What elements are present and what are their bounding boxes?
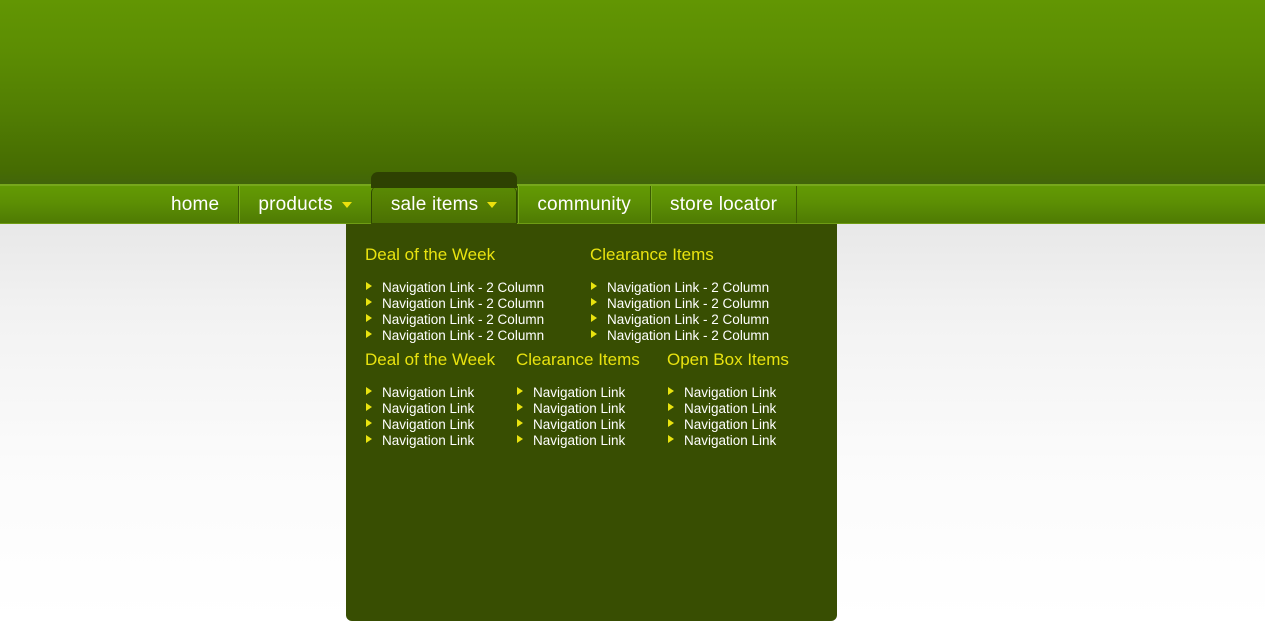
arrow-right-bullet-icon bbox=[366, 387, 372, 395]
arrow-right-bullet-icon bbox=[591, 314, 597, 322]
dropdown-link[interactable]: Navigation Link - 2 Column bbox=[365, 280, 590, 296]
dropdown-link-label: Navigation Link bbox=[533, 385, 626, 400]
dropdown-link[interactable]: Navigation Link - 2 Column bbox=[590, 328, 815, 344]
dropdown-link[interactable]: Navigation Link bbox=[516, 417, 667, 433]
primary-nav-list: home products sale items community store… bbox=[152, 172, 798, 227]
dropdown-link-label: Navigation Link - 2 Column bbox=[607, 280, 770, 295]
nav-item-sale-items[interactable]: sale items bbox=[370, 172, 518, 227]
nav-item-label: home bbox=[171, 194, 220, 215]
dropdown-two-column-section: Deal of the Week Navigation Link - 2 Col… bbox=[346, 224, 837, 344]
arrow-right-bullet-icon bbox=[366, 330, 372, 338]
arrow-right-bullet-icon bbox=[366, 314, 372, 322]
dropdown-link-label: Navigation Link - 2 Column bbox=[382, 312, 545, 327]
dropdown-link-label: Navigation Link - 2 Column bbox=[382, 296, 545, 311]
chevron-down-icon bbox=[341, 202, 352, 208]
dropdown-column-clearance-items-3col: Clearance Items Navigation Link Navigati… bbox=[516, 350, 667, 449]
nav-item-home[interactable]: home bbox=[152, 186, 238, 224]
sale-items-dropdown-panel: Deal of the Week Navigation Link - 2 Col… bbox=[346, 224, 837, 621]
dropdown-link[interactable]: Navigation Link - 2 Column bbox=[590, 296, 815, 312]
arrow-right-bullet-icon bbox=[517, 435, 523, 443]
dropdown-link[interactable]: Navigation Link - 2 Column bbox=[365, 328, 590, 344]
arrow-right-bullet-icon bbox=[517, 387, 523, 395]
dropdown-link-label: Navigation Link - 2 Column bbox=[607, 296, 770, 311]
dropdown-link-label: Navigation Link bbox=[533, 401, 626, 416]
chevron-down-icon bbox=[487, 202, 498, 208]
dropdown-link[interactable]: Navigation Link bbox=[516, 433, 667, 449]
dropdown-link-label: Navigation Link - 2 Column bbox=[607, 328, 770, 343]
dropdown-link-label: Navigation Link bbox=[684, 385, 777, 400]
nav-item-label: store locator bbox=[670, 194, 778, 215]
arrow-right-bullet-icon bbox=[366, 435, 372, 443]
nav-item-label: sale items bbox=[390, 194, 479, 215]
dropdown-link-label: Navigation Link bbox=[684, 417, 777, 432]
arrow-right-bullet-icon bbox=[591, 330, 597, 338]
dropdown-link[interactable]: Navigation Link bbox=[365, 385, 516, 401]
nav-item-community[interactable]: community bbox=[517, 186, 650, 224]
arrow-right-bullet-icon bbox=[366, 403, 372, 411]
dropdown-link-list: Navigation Link - 2 Column Navigation Li… bbox=[365, 280, 590, 344]
dropdown-link-label: Navigation Link bbox=[382, 433, 475, 448]
dropdown-link[interactable]: Navigation Link - 2 Column bbox=[590, 312, 815, 328]
site-masthead bbox=[0, 0, 1265, 184]
dropdown-link-label: Navigation Link - 2 Column bbox=[382, 280, 545, 295]
dropdown-link[interactable]: Navigation Link bbox=[365, 433, 516, 449]
nav-item-label: community bbox=[537, 194, 631, 215]
dropdown-link-list: Navigation Link Navigation Link Navigati… bbox=[365, 385, 516, 449]
arrow-right-bullet-icon bbox=[517, 403, 523, 411]
dropdown-link[interactable]: Navigation Link bbox=[667, 385, 818, 401]
arrow-right-bullet-icon bbox=[517, 419, 523, 427]
dropdown-link[interactable]: Navigation Link - 2 Column bbox=[365, 296, 590, 312]
dropdown-link[interactable]: Navigation Link - 2 Column bbox=[365, 312, 590, 328]
dropdown-link-label: Navigation Link bbox=[382, 401, 475, 416]
dropdown-link[interactable]: Navigation Link bbox=[667, 401, 818, 417]
arrow-right-bullet-icon bbox=[591, 282, 597, 290]
dropdown-column-deal-of-the-week-3col: Deal of the Week Navigation Link Navigat… bbox=[365, 350, 516, 449]
dropdown-link-list: Navigation Link Navigation Link Navigati… bbox=[667, 385, 818, 449]
dropdown-link-label: Navigation Link - 2 Column bbox=[607, 312, 770, 327]
dropdown-column-heading: Open Box Items bbox=[667, 350, 789, 369]
dropdown-link[interactable]: Navigation Link - 2 Column bbox=[590, 280, 815, 296]
nav-item-store-locator[interactable]: store locator bbox=[650, 186, 798, 224]
dropdown-two-column-row: Deal of the Week Navigation Link - 2 Col… bbox=[346, 224, 837, 344]
arrow-right-bullet-icon bbox=[366, 282, 372, 290]
dropdown-link[interactable]: Navigation Link bbox=[516, 385, 667, 401]
dropdown-column-heading: Deal of the Week bbox=[365, 350, 496, 369]
dropdown-column-heading: Deal of the Week bbox=[365, 245, 496, 264]
nav-item-label: products bbox=[258, 194, 333, 215]
dropdown-link-label: Navigation Link bbox=[684, 401, 777, 416]
page-root: home products sale items community store… bbox=[0, 0, 1265, 621]
dropdown-link-list: Navigation Link Navigation Link Navigati… bbox=[516, 385, 667, 449]
arrow-right-bullet-icon bbox=[668, 387, 674, 395]
arrow-right-bullet-icon bbox=[668, 435, 674, 443]
dropdown-link-label: Navigation Link bbox=[382, 385, 475, 400]
dropdown-link-list: Navigation Link - 2 Column Navigation Li… bbox=[590, 280, 815, 344]
dropdown-column-heading: Clearance Items bbox=[590, 245, 714, 264]
dropdown-three-column-row: Deal of the Week Navigation Link Navigat… bbox=[346, 344, 837, 449]
arrow-right-bullet-icon bbox=[668, 419, 674, 427]
dropdown-link[interactable]: Navigation Link bbox=[365, 401, 516, 417]
dropdown-three-column-section: Deal of the Week Navigation Link Navigat… bbox=[346, 344, 837, 449]
dropdown-column-clearance-items-2col: Clearance Items Navigation Link - 2 Colu… bbox=[590, 245, 815, 344]
arrow-right-bullet-icon bbox=[591, 298, 597, 306]
dropdown-link-label: Navigation Link bbox=[533, 433, 626, 448]
dropdown-column-deal-of-the-week-2col: Deal of the Week Navigation Link - 2 Col… bbox=[365, 245, 590, 344]
arrow-right-bullet-icon bbox=[668, 403, 674, 411]
arrow-right-bullet-icon bbox=[366, 298, 372, 306]
dropdown-link[interactable]: Navigation Link bbox=[365, 417, 516, 433]
dropdown-link-label: Navigation Link bbox=[684, 433, 777, 448]
arrow-right-bullet-icon bbox=[366, 419, 372, 427]
dropdown-column-open-box-items-3col: Open Box Items Navigation Link Navigatio… bbox=[667, 350, 818, 449]
dropdown-link[interactable]: Navigation Link bbox=[667, 417, 818, 433]
nav-item-products[interactable]: products bbox=[238, 186, 370, 224]
dropdown-link-label: Navigation Link bbox=[382, 417, 475, 432]
dropdown-link[interactable]: Navigation Link bbox=[516, 401, 667, 417]
dropdown-link[interactable]: Navigation Link bbox=[667, 433, 818, 449]
primary-navbar: home products sale items community store… bbox=[0, 172, 1265, 227]
dropdown-column-heading: Clearance Items bbox=[516, 350, 640, 369]
dropdown-link-label: Navigation Link - 2 Column bbox=[382, 328, 545, 343]
dropdown-link-label: Navigation Link bbox=[533, 417, 626, 432]
